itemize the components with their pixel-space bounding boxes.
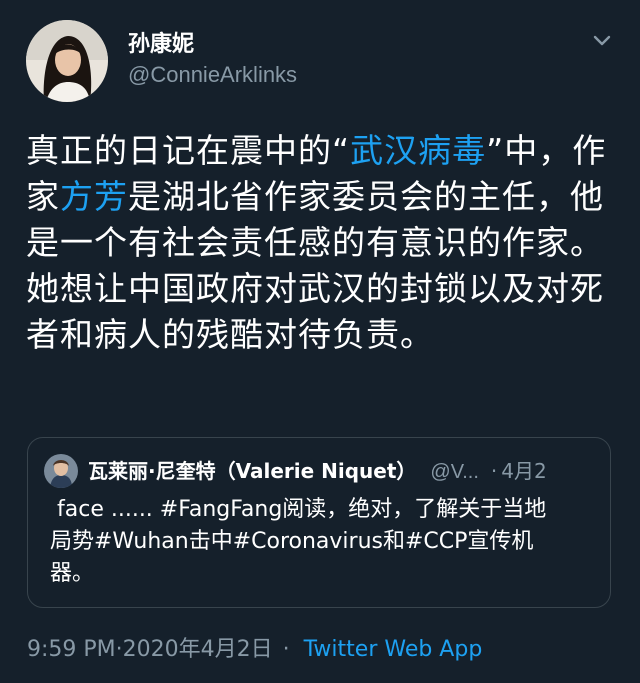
hashtag-link-fangfang[interactable]: 方芳	[60, 177, 128, 216]
hashtag-link-wuhan-virus[interactable]: 武汉病毒	[350, 131, 486, 170]
tweet-timestamp[interactable]: 9:59 PM·2020年4月2日	[27, 637, 273, 662]
quoted-tweet-line-3: 器。	[50, 561, 95, 586]
tweet-text: 真正的日记在震中的“武汉病毒”中，作家方芳是湖北省作家委员会的主任，他是一个有社…	[26, 128, 616, 358]
chevron-down-icon	[593, 35, 611, 46]
tweet-text-part-1: 真正的日记在震中的“	[26, 131, 351, 170]
avatar-image	[26, 20, 108, 102]
quoted-header-separator: ·	[490, 459, 498, 483]
quoted-tweet-line-1: face ...... #FangFang阅读，绝对，了解关于当地	[50, 497, 547, 522]
quoted-avatar-image	[44, 454, 78, 488]
author-handle[interactable]: @ConnieArklinks	[128, 62, 297, 88]
tweet-source-link[interactable]: Twitter Web App	[304, 637, 483, 662]
quoted-author-handle: @V...	[430, 461, 479, 483]
author-name[interactable]: 孙康妮	[128, 26, 194, 58]
quoted-author-name: 瓦莱丽·尼奎特（Valerie Niquet）	[88, 459, 417, 483]
quoted-tweet-date: 4月2	[501, 459, 547, 483]
meta-separator: ·	[282, 637, 290, 662]
quoted-tweet-text: face ...... #FangFang阅读，绝对，了解关于当地 局势#Wuh…	[50, 494, 600, 590]
quoted-tweet-card[interactable]: 瓦莱丽·尼奎特（Valerie Niquet） @V... · 4月2 face ..…	[27, 437, 611, 608]
quoted-tweet-line-2: 局势#Wuhan击中#Coronavirus和#CCP宣传机	[50, 529, 534, 554]
quoted-tweet-header: 瓦莱丽·尼奎特（Valerie Niquet） @V... · 4月2	[88, 456, 608, 486]
quoted-author-avatar	[44, 454, 78, 488]
tweet-meta: 9:59 PM·2020年4月2日 · Twitter Web App	[27, 634, 482, 666]
tweet-menu-button[interactable]	[588, 26, 616, 54]
author-avatar[interactable]	[26, 20, 108, 102]
